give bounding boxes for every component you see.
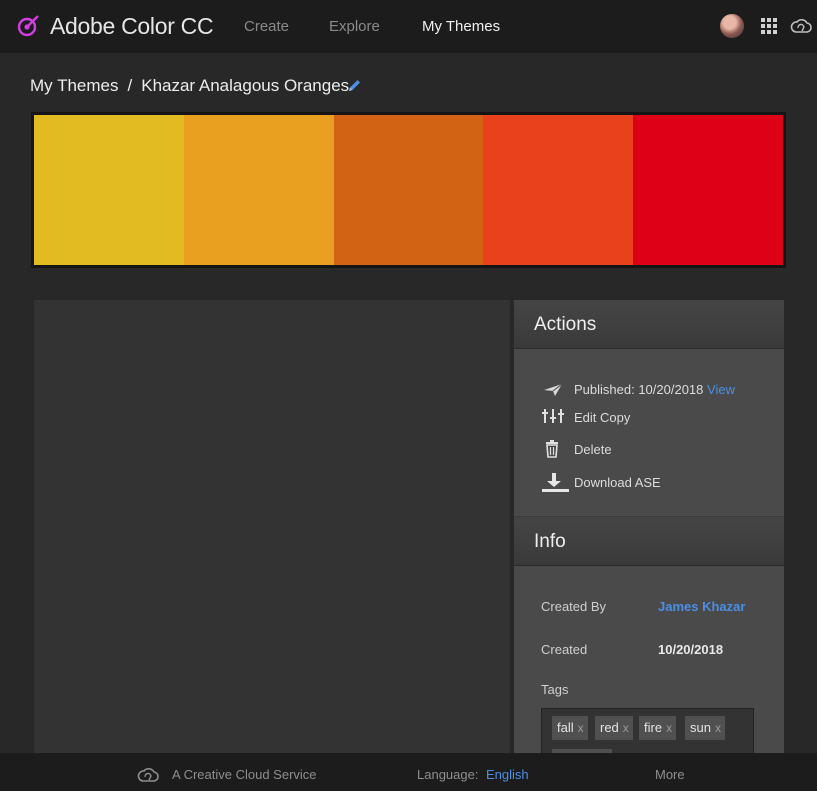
- tag-chip: fire x: [639, 716, 677, 740]
- theme-swatch-strip: [31, 112, 786, 268]
- tag-chip: fall x: [552, 716, 588, 740]
- created-date: 10/20/2018: [658, 642, 724, 657]
- paper-plane-icon: [544, 383, 563, 396]
- tag-chip: red x: [595, 716, 633, 740]
- created-label: Created: [541, 642, 588, 657]
- download-ase-label: Download ASE: [574, 475, 661, 490]
- tag-remove-icon[interactable]: x: [623, 721, 629, 735]
- tag-chip: sun x: [685, 716, 725, 740]
- tag-remove-icon[interactable]: x: [578, 721, 584, 735]
- footer: A Creative Cloud Service Language: Engli…: [0, 753, 817, 791]
- tags-label: Tags: [541, 682, 569, 697]
- edit-copy-label: Edit Copy: [574, 410, 631, 425]
- creative-cloud-icon: [137, 767, 159, 782]
- created-by-label: Created By: [541, 599, 607, 614]
- color-swatch-5[interactable]: [633, 115, 783, 265]
- color-swatch-1[interactable]: [34, 115, 184, 265]
- sliders-icon: [542, 409, 564, 423]
- more-link[interactable]: More: [655, 767, 685, 782]
- delete-label: Delete: [574, 442, 612, 457]
- color-swatch-2[interactable]: [183, 115, 334, 265]
- theme-preview-panel: [34, 300, 510, 760]
- adobe-color-logo-icon[interactable]: [17, 14, 41, 38]
- app-title[interactable]: Adobe Color CC: [50, 13, 214, 40]
- color-swatch-4[interactable]: [483, 115, 634, 265]
- top-navigation-bar: Adobe Color CC Create Explore My Themes: [0, 0, 817, 53]
- trash-icon: [546, 440, 558, 458]
- actions-header: Actions: [514, 300, 784, 349]
- view-link[interactable]: View: [707, 382, 735, 397]
- sidebar-panel: Actions Published: 10/20/2018 View Edit …: [514, 300, 784, 773]
- tag-remove-icon[interactable]: x: [715, 721, 721, 735]
- breadcrumb-separator: /: [127, 76, 133, 95]
- tag-remove-icon[interactable]: x: [666, 721, 672, 735]
- download-icon: [542, 473, 569, 492]
- user-avatar[interactable]: [720, 14, 744, 38]
- breadcrumb: My Themes / Khazar Analagous Oranges: [30, 76, 349, 96]
- info-header: Info: [514, 517, 784, 566]
- edit-pencil-icon[interactable]: [346, 78, 362, 94]
- color-swatch-3[interactable]: [333, 115, 484, 265]
- breadcrumb-parent[interactable]: My Themes: [30, 76, 119, 95]
- nav-create[interactable]: Create: [244, 18, 289, 35]
- creative-cloud-icon[interactable]: [790, 16, 812, 36]
- created-by-link[interactable]: James Khazar: [658, 599, 745, 614]
- breadcrumb-current-theme: Khazar Analagous Oranges: [141, 76, 350, 95]
- creative-cloud-service-link[interactable]: A Creative Cloud Service: [172, 767, 317, 782]
- apps-grid-icon[interactable]: [761, 18, 777, 34]
- language-label: Language:: [417, 767, 479, 782]
- published-label: Published: 10/20/2018: [574, 382, 704, 397]
- nav-my-themes[interactable]: My Themes: [422, 18, 500, 35]
- nav-explore[interactable]: Explore: [329, 18, 380, 35]
- language-selector[interactable]: English: [486, 767, 529, 782]
- info-title: Info: [534, 531, 566, 552]
- actions-title: Actions: [534, 314, 597, 335]
